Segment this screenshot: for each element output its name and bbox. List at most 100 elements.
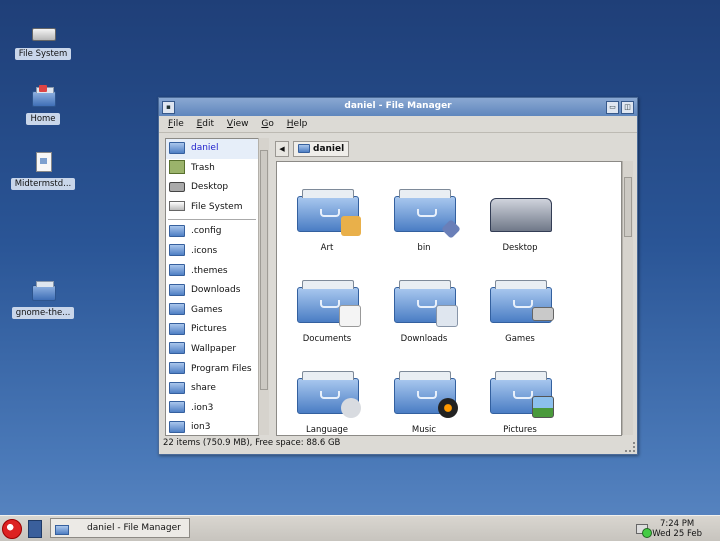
folder-item-music[interactable]: Music [376,352,472,435]
folder-bin-icon [394,188,461,239]
sidebar-item-label: File System [191,201,243,212]
item-label: bin [417,243,431,253]
network-tray-icon[interactable] [636,522,652,538]
sidebar-item-trash[interactable]: Trash [166,159,258,179]
menu-file[interactable]: File [163,116,189,129]
icon-view: Art bin Desktop Documents Downloads Game… [276,161,622,436]
sidebar-item-pictures[interactable]: Pictures [166,320,258,340]
home-folder-icon [169,141,185,154]
desktop-icon-label: Midtermstd... [10,178,76,190]
drive-icon [169,201,185,212]
folder-icon [169,264,185,277]
desktop-folder-icon [490,188,552,232]
taskbar: daniel - File Manager 7:24 PM Wed 25 Feb [0,515,720,541]
folder-item-bin[interactable]: bin [376,170,472,258]
scrollbar-thumb[interactable] [624,177,632,237]
sidebar-item-label: .ion3 [191,402,214,413]
folder-icon [169,362,185,375]
document-icon [30,150,56,174]
folder-music-icon [394,370,458,418]
menu-go[interactable]: Go [256,116,279,129]
folder-item-pictures[interactable]: Pictures [472,352,568,435]
sidebar-scrollbar[interactable] [258,138,269,435]
menu-edit[interactable]: Edit [192,116,219,129]
folder-icon [169,420,185,433]
desktop-icon-midterm[interactable]: Midtermstd... [3,150,83,190]
folder-games-icon [490,279,554,323]
taskbar-window-button[interactable]: daniel - File Manager [50,518,190,538]
desktop-icon-label: Home [26,113,60,125]
desktop-icon-label: gnome-the... [11,307,75,319]
folder-icon [169,322,185,335]
sidebar-item-label: Desktop [191,182,229,193]
sidebar-item-wallpaper[interactable]: Wallpaper [166,340,258,360]
folder-item-art[interactable]: Art [279,170,375,258]
folder-documents-icon [297,279,361,327]
home-folder-icon [30,85,56,109]
desktop-icon-label: File System [14,48,72,60]
sidebar-item-label: ion3 [191,422,211,433]
folder-language-icon [297,370,361,418]
title-bar[interactable]: ▪ daniel - File Manager ▭ ◫ [159,98,637,116]
menu-label-rest: elp [293,119,308,129]
trash-icon [169,160,185,175]
folder-item-documents[interactable]: Documents [279,261,375,349]
folder-item-language[interactable]: Language [279,352,375,435]
menu-view[interactable]: View [222,116,254,129]
folder-icon [169,342,185,355]
desktop-icon-home[interactable]: Home [3,85,83,125]
sidebar-item-share[interactable]: share [166,379,258,399]
item-label: Art [320,243,334,253]
sidebar-item-desktop[interactable]: Desktop [166,178,258,198]
sidebar-item-downloads[interactable]: Downloads [166,281,258,301]
drive-icon [30,20,56,44]
sidebar: daniel Trash Desktop File System .config… [165,138,259,436]
sidebar-item-themes[interactable]: .themes [166,262,258,282]
folder-icon [169,224,185,237]
folder-icon [169,401,185,414]
sidebar-item-dot-ion3[interactable]: .ion3 [166,399,258,419]
window-title: daniel - File Manager [344,101,452,111]
menu-help[interactable]: Help [282,116,313,129]
folder-icon [169,283,185,296]
folder-art-icon [297,188,361,236]
menu-label-rest: o [268,119,274,129]
folder-item-downloads[interactable]: Downloads [376,261,472,349]
folder-item-desktop[interactable]: Desktop [472,170,568,258]
clock[interactable]: 7:24 PM Wed 25 Feb [652,519,702,539]
sidebar-divider [168,219,256,221]
sidebar-item-config[interactable]: .config [166,222,258,242]
file-manager-window: ▪ daniel - File Manager ▭ ◫ File Edit Vi… [158,97,638,455]
start-menu-icon[interactable] [2,519,22,539]
sidebar-item-ion3[interactable]: ion3 [166,418,258,435]
sidebar-item-label: daniel [191,143,219,153]
folder-item-games[interactable]: Games [472,261,568,349]
folder-icon [169,381,185,394]
item-label: Games [505,334,535,344]
sidebar-item-icons[interactable]: .icons [166,242,258,262]
icon-view-scrollbar[interactable] [622,161,633,435]
folder-icon [169,244,185,257]
sidebar-item-file-system[interactable]: File System [166,198,258,218]
item-label: Documents [302,334,352,344]
path-back-button[interactable]: ◀ [275,141,289,157]
sidebar-item-label: Downloads [191,285,241,296]
launcher-icon[interactable] [28,520,42,538]
sidebar-item-daniel[interactable]: daniel [166,139,258,159]
menu-label-rest: iew [233,119,249,129]
sidebar-item-program-files[interactable]: Program Files [166,360,258,380]
desktop-icon-gnome-theme[interactable]: gnome-the... [3,279,83,319]
maximize-icon[interactable]: ◫ [621,101,634,114]
scrollbar-thumb[interactable] [260,150,268,390]
desktop-icon-file-system[interactable]: File System [3,20,83,60]
sidebar-item-games[interactable]: Games [166,301,258,321]
sidebar-item-label: Pictures [191,324,227,335]
menu-label-rest: ile [173,119,184,129]
resize-grip-icon[interactable] [625,442,635,452]
path-crumb-daniel[interactable]: daniel [293,141,350,157]
item-label: Pictures [503,425,537,435]
minimize-icon[interactable]: ▭ [606,101,619,114]
menu-label-rest: dit [202,119,215,129]
path-bar: ◀ daniel [275,141,350,157]
desktop-icon [169,181,185,192]
